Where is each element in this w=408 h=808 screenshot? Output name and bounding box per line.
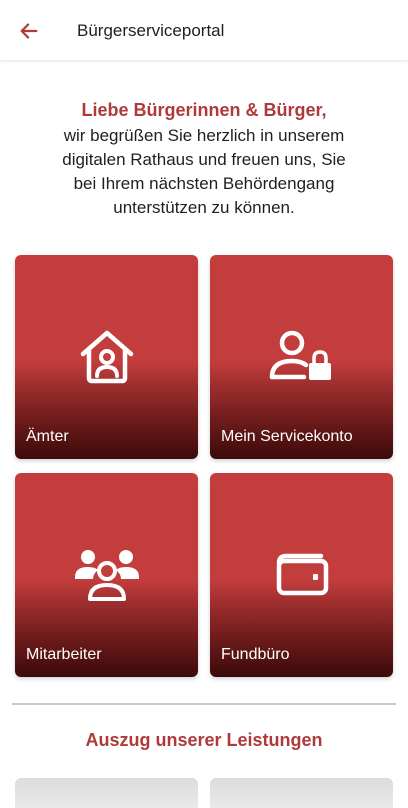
welcome-heading: Liebe Bürgerinnen & Bürger, <box>81 100 327 120</box>
group-icon <box>72 539 142 609</box>
back-button[interactable] <box>14 16 44 46</box>
app-bar: Bürgerserviceportal <box>0 0 408 60</box>
service-card-preview[interactable] <box>15 778 198 808</box>
tile-label: Fundbüro <box>221 646 290 663</box>
welcome-line: bei Ihrem nächsten Behördengang <box>73 174 335 193</box>
service-card-preview[interactable] <box>210 778 393 808</box>
welcome-line: wir begrüßen Sie herzlich in unserem <box>63 126 345 145</box>
welcome-text: wir begrüßen Sie herzlich in unserem dig… <box>24 124 384 220</box>
arrow-left-icon <box>20 23 38 39</box>
welcome-message: Liebe Bürgerinnen & Bürger, wir begrüßen… <box>24 98 384 220</box>
tile-fundbuero[interactable]: Fundbüro <box>210 473 393 677</box>
user-lock-icon <box>267 321 337 391</box>
page-title: Bürgerserviceportal <box>77 21 225 40</box>
section-title: Auszug unserer Leistungen <box>85 730 323 750</box>
tile-aemter[interactable]: Ämter <box>15 255 198 459</box>
welcome-line: unterstützen zu können. <box>113 198 295 217</box>
wallet-icon <box>267 539 337 609</box>
tile-mitarbeiter[interactable]: Mitarbeiter <box>15 473 198 677</box>
section-divider <box>12 703 396 705</box>
tile-label: Mitarbeiter <box>26 646 102 663</box>
house-person-icon <box>72 321 142 391</box>
tile-label: Mein Servicekonto <box>221 428 353 445</box>
tile-label: Ämter <box>26 428 69 445</box>
tile-mein-servicekonto[interactable]: Mein Servicekonto <box>210 255 393 459</box>
welcome-line: digitalen Rathaus und freuen uns, Sie <box>62 150 346 169</box>
